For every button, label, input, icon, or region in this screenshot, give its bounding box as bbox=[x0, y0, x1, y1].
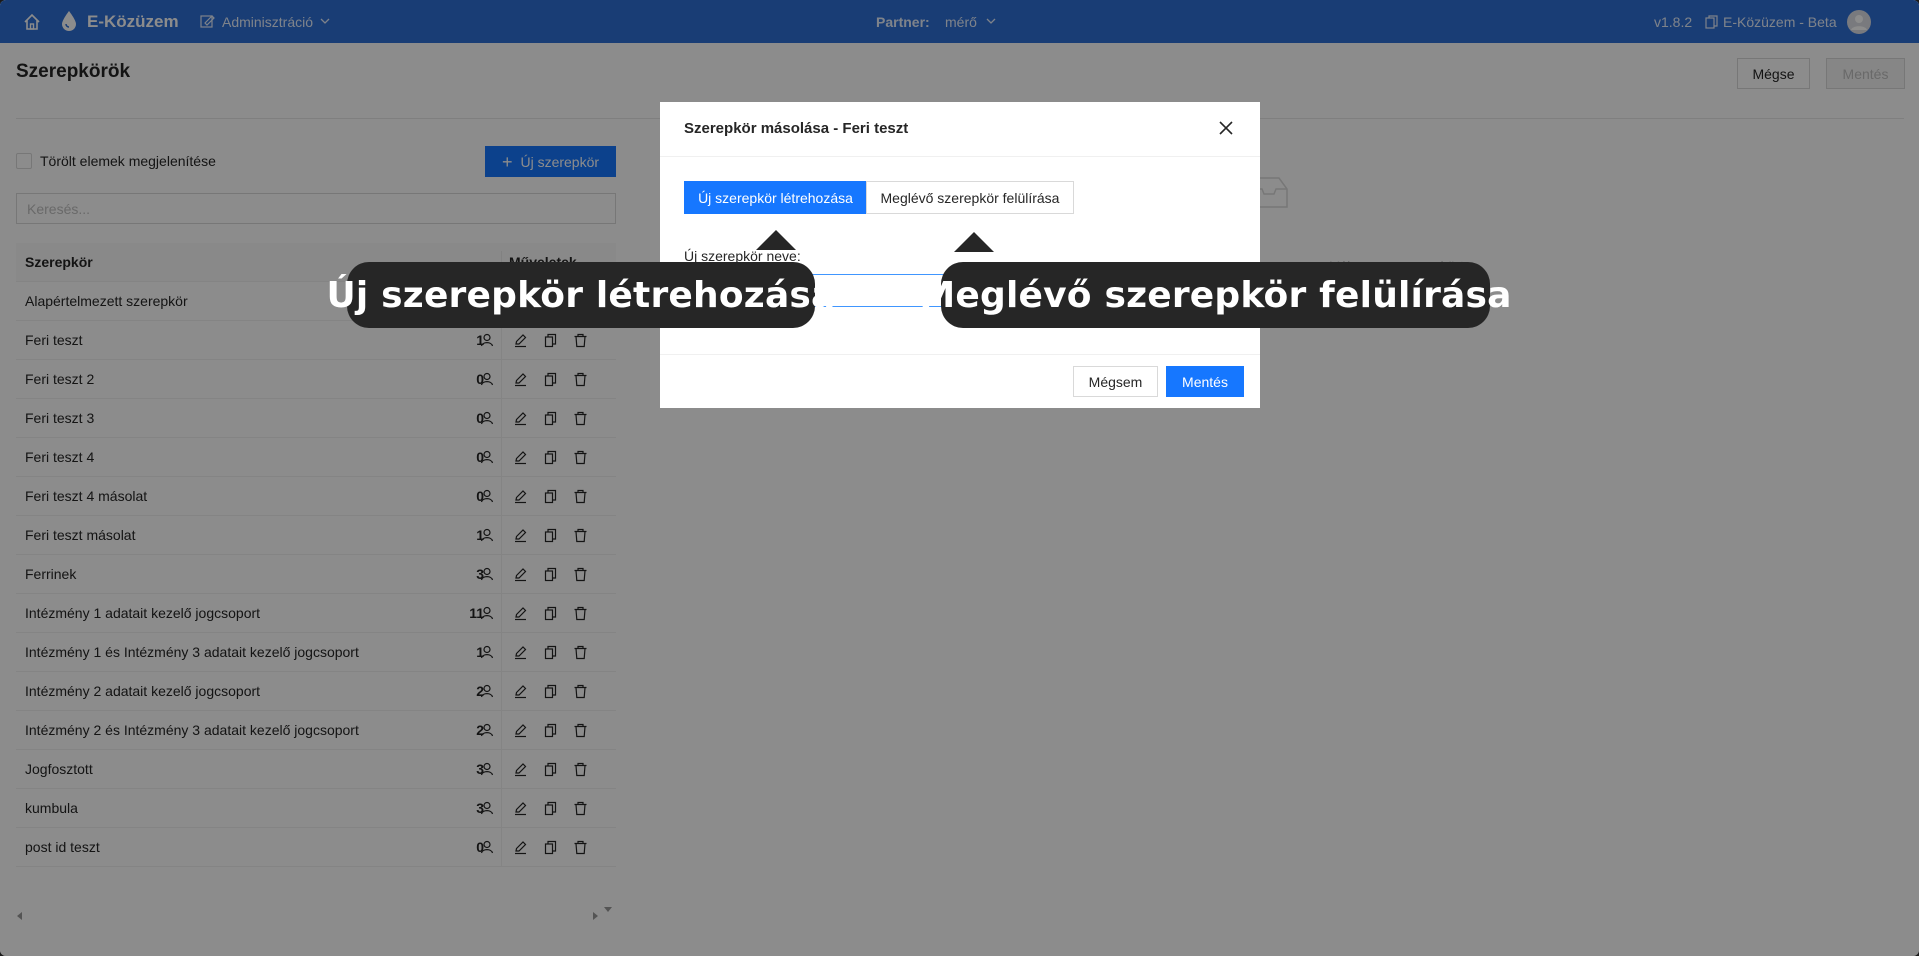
tab-overwrite-role[interactable]: Meglévő szerepkör felülírása bbox=[866, 181, 1074, 214]
tab-new-role[interactable]: Új szerepkör létrehozása bbox=[684, 181, 867, 214]
dialog-title: Szerepkör másolása - Feri teszt bbox=[684, 120, 909, 137]
dialog-save-button[interactable]: Mentés bbox=[1166, 366, 1244, 397]
divider bbox=[660, 354, 1260, 355]
callout-pointer bbox=[954, 232, 994, 252]
callout-new-role: Új szerepkör létrehozása bbox=[326, 262, 835, 328]
callout-pointer bbox=[756, 230, 796, 250]
copy-role-dialog: Szerepkör másolása - Feri teszt Új szere… bbox=[660, 102, 1260, 408]
app-window: E-Közüzem Adminisztráció Partner: mérő v… bbox=[0, 0, 1919, 956]
dialog-cancel-button[interactable]: Mégsem bbox=[1073, 366, 1158, 397]
divider bbox=[660, 156, 1260, 157]
callout-overwrite-role: Meglévő szerepkör felülírása bbox=[919, 262, 1511, 328]
close-icon[interactable] bbox=[1218, 120, 1234, 136]
